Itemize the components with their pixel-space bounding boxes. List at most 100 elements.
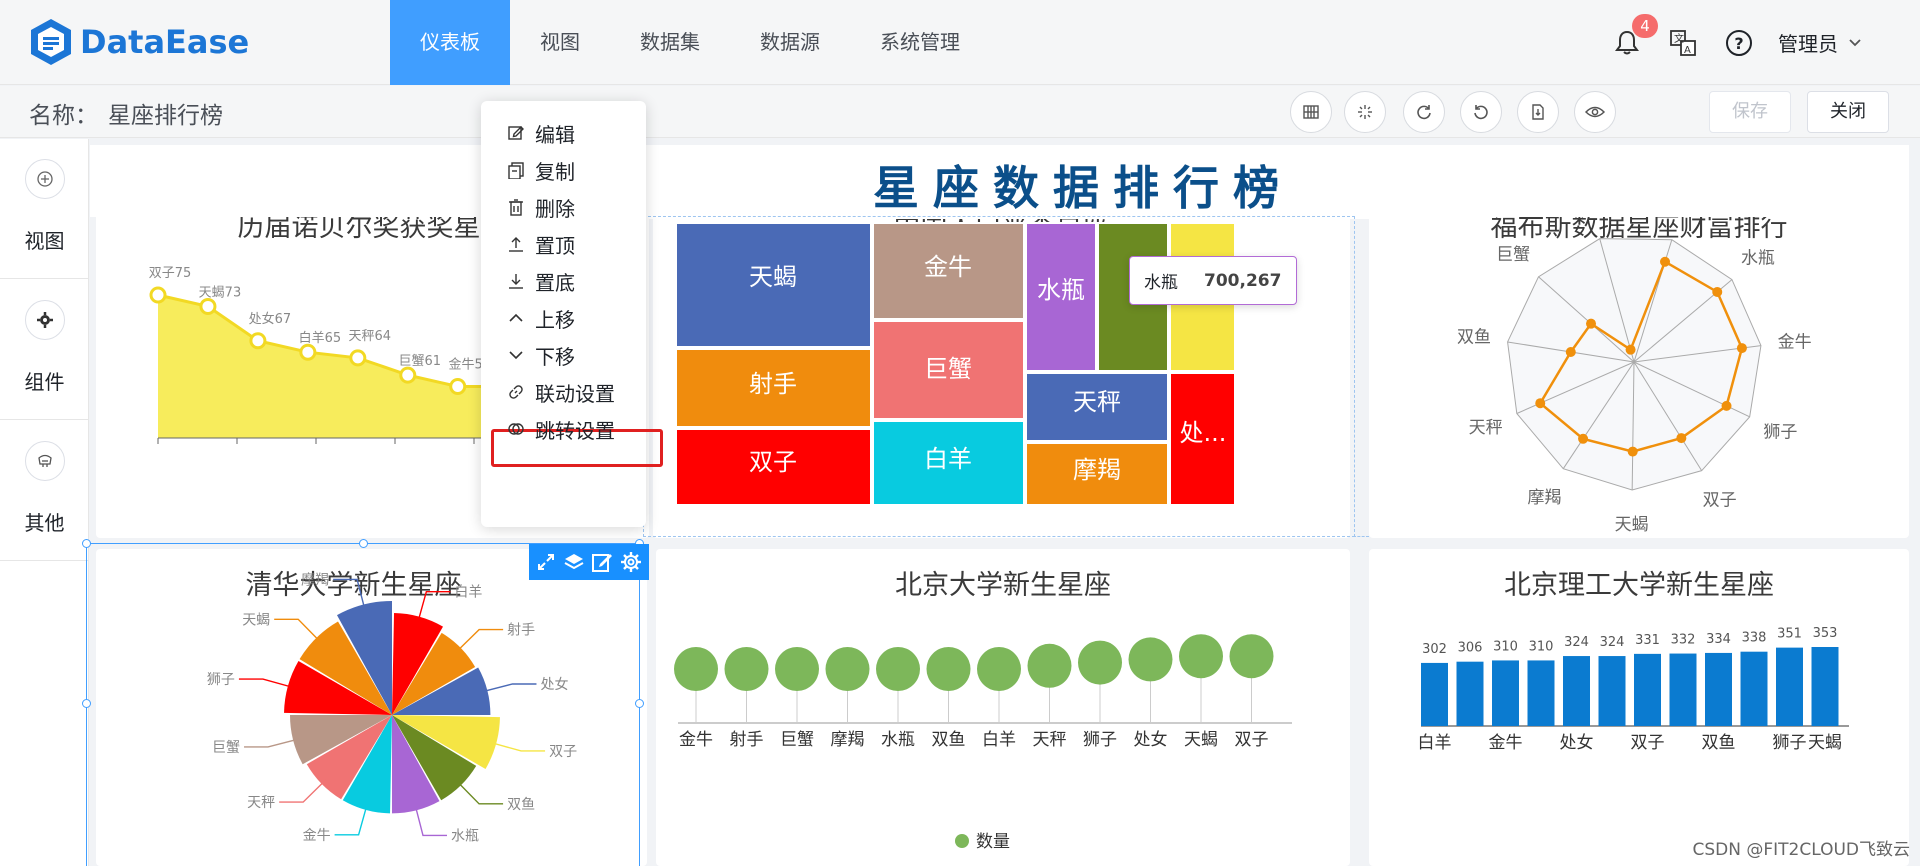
lollipop-head[interactable] [724, 647, 769, 691]
help-button[interactable]: ? [1722, 26, 1756, 60]
data-point[interactable] [149, 286, 167, 304]
menu-item-2[interactable]: 删除 [507, 189, 575, 225]
menu-item-8[interactable]: 跳转设置 [507, 411, 615, 447]
close-button[interactable]: 关闭 [1807, 91, 1889, 133]
bar[interactable] [1776, 647, 1803, 726]
menu-item-0[interactable]: 编辑 [507, 115, 575, 151]
lollipop-head[interactable] [876, 647, 920, 691]
settings-gear-icon[interactable] [620, 551, 642, 573]
resize-handle[interactable] [82, 539, 91, 548]
nav-tab-1[interactable]: 视图 [510, 0, 610, 85]
radar-point[interactable] [1660, 256, 1671, 267]
radar-point[interactable] [1712, 286, 1723, 297]
menu-item-6[interactable]: 下移 [507, 337, 575, 373]
auto-layout-button[interactable] [1344, 91, 1386, 133]
data-label: 巨蟹61 [399, 354, 442, 369]
maximize-icon[interactable] [536, 552, 556, 572]
menu-item-5[interactable]: 上移 [507, 300, 575, 336]
radar-point[interactable] [1625, 344, 1636, 355]
sidebar-item-other[interactable]: 其他 [0, 421, 89, 561]
resize-handle[interactable] [359, 539, 368, 548]
radar-point[interactable] [1721, 400, 1732, 411]
preview-button[interactable] [1574, 91, 1616, 133]
lollipop-head[interactable] [825, 647, 870, 691]
menu-item-7[interactable]: 联动设置 [507, 374, 615, 410]
grid-toggle-button[interactable] [1290, 91, 1332, 133]
lollipop-head[interactable] [1027, 643, 1072, 688]
menu-item-label: 删除 [535, 196, 575, 221]
bar[interactable] [1740, 651, 1768, 726]
dashboard-titlebar: 名称： 星座排行榜 保存 关闭 [0, 86, 1920, 138]
bar[interactable] [1598, 656, 1626, 726]
bar[interactable] [1563, 656, 1590, 726]
language-button[interactable]: 文A [1666, 26, 1700, 60]
menu-item-3[interactable]: 置顶 [507, 226, 575, 262]
radar-point[interactable] [1736, 343, 1747, 354]
chart-card-bit[interactable]: 北京理工大学新生星座 302 白羊 306 310 金牛 310 324 处女 324 331 双子… [1369, 549, 1909, 866]
nav-tab-2[interactable]: 数据集 [610, 0, 730, 85]
lollipop-head[interactable] [1229, 634, 1274, 679]
bar[interactable] [1705, 652, 1732, 726]
data-label: 天秤64 [349, 329, 392, 344]
radar-point[interactable] [1535, 398, 1546, 409]
bar[interactable] [1527, 660, 1555, 726]
bar[interactable] [1421, 662, 1448, 726]
logo[interactable]: DataEase [28, 17, 249, 67]
data-point[interactable] [249, 332, 267, 350]
lollipop-head[interactable] [977, 647, 1021, 691]
layers-icon[interactable] [563, 552, 585, 572]
notification-button[interactable]: 4 [1610, 13, 1658, 60]
radar-point[interactable] [1627, 446, 1638, 457]
radar-point[interactable] [1676, 433, 1687, 444]
refresh-button[interactable] [1403, 91, 1445, 133]
nav-tab-0[interactable]: 仪表板 [390, 0, 510, 85]
other-icon [38, 454, 52, 467]
sidebar-view-button[interactable] [25, 159, 65, 199]
menu-item-1[interactable]: 复制 [507, 152, 575, 188]
chart-card-pku[interactable]: 北京大学新生星座 金牛 射手 巨蟹 摩羯 水瓶 双鱼 白羊 天秤 狮子 处女 天蝎 双子 数量 [656, 549, 1350, 866]
radar-point[interactable] [1565, 346, 1576, 357]
sidebar-item-view[interactable]: 视图 [0, 139, 89, 279]
x-tick-label: 射手 [730, 730, 764, 750]
radar-point[interactable] [1578, 433, 1589, 444]
lollipop-head[interactable] [926, 647, 971, 691]
save-button[interactable]: 保存 [1709, 91, 1791, 133]
bar[interactable] [1811, 647, 1839, 726]
sidebar-other-label: 其他 [24, 511, 65, 535]
export-button[interactable] [1517, 91, 1559, 133]
sidebar-item-component[interactable]: 组件 [0, 280, 89, 420]
data-point[interactable] [199, 297, 217, 315]
bar[interactable] [1492, 660, 1519, 726]
data-point[interactable] [299, 343, 317, 361]
bar-value-label: 306 [1458, 641, 1483, 656]
data-point[interactable] [349, 349, 367, 367]
nav-tab-3[interactable]: 数据源 [730, 0, 850, 85]
bar[interactable] [1634, 653, 1661, 726]
x-tick-label: 处女 [1560, 733, 1594, 753]
menu-item-label: 置顶 [535, 233, 575, 258]
bar-value-label: 332 [1671, 633, 1696, 648]
lollipop-head[interactable] [1078, 640, 1122, 685]
lollipop-head[interactable] [674, 647, 718, 691]
bar[interactable] [1456, 661, 1484, 726]
data-point[interactable] [449, 378, 467, 396]
resize-handle[interactable] [82, 699, 91, 708]
preview-icon [1585, 106, 1605, 118]
sidebar-component-button[interactable] [25, 300, 65, 340]
tooltip-name: 水瓶 [1144, 273, 1178, 293]
menu-item-4[interactable]: 置底 [507, 263, 575, 299]
radar-point[interactable] [1586, 318, 1597, 329]
sidebar-other-button[interactable] [25, 441, 65, 481]
lollipop-head[interactable] [1128, 637, 1173, 682]
x-tick-label: 白羊 [1418, 733, 1452, 753]
resize-handle[interactable] [635, 699, 644, 708]
nav-tab-4[interactable]: 系统管理 [850, 0, 990, 85]
undo-button[interactable] [1460, 91, 1502, 133]
to-bottom-icon [509, 274, 523, 289]
lollipop-head[interactable] [1179, 634, 1223, 679]
data-point[interactable] [399, 366, 417, 384]
lollipop-head[interactable] [775, 647, 819, 691]
edit-icon[interactable] [591, 551, 613, 573]
bar[interactable] [1669, 653, 1697, 726]
user-menu[interactable]: 管理员 [1778, 28, 1862, 57]
